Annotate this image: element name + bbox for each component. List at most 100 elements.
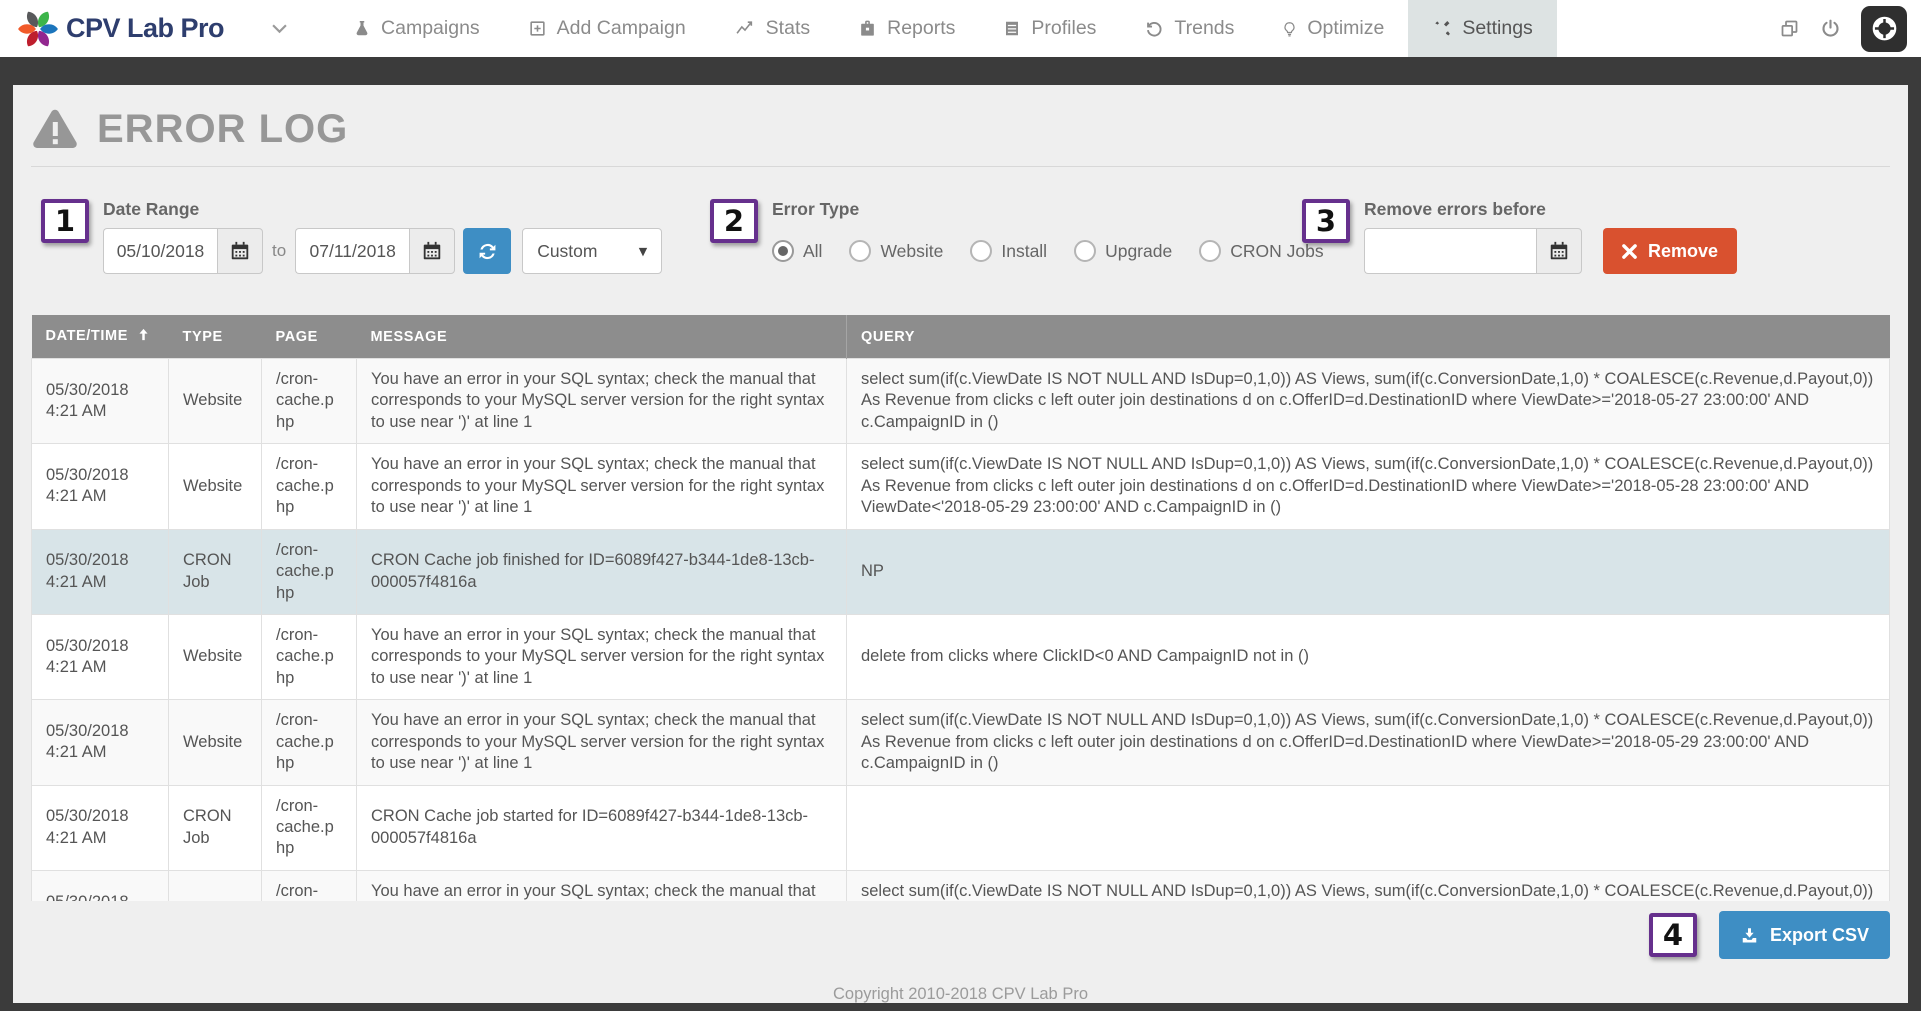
cell-query (847, 785, 1890, 870)
radio-label: Install (1001, 241, 1047, 262)
nav-item-label: Trends (1174, 17, 1234, 40)
radio-circle-icon (772, 240, 794, 262)
radio-circle-icon (849, 240, 871, 262)
power-icon[interactable] (1820, 18, 1841, 39)
add-campaign-icon (528, 19, 547, 38)
nav-item-label: Optimize (1307, 17, 1384, 40)
date-from-input[interactable] (103, 228, 217, 274)
nav-item-settings[interactable]: Settings (1408, 0, 1556, 57)
error-type-radio-upgrade[interactable]: Upgrade (1074, 240, 1172, 262)
window-restore-icon[interactable] (1779, 18, 1800, 39)
cell-type: Website (169, 614, 262, 699)
cell-datetime: 05/30/2018 4:21 AM (32, 785, 169, 870)
nav-item-trends[interactable]: Trends (1120, 0, 1258, 57)
nav-right-controls (1779, 0, 1921, 57)
refresh-icon (477, 242, 498, 261)
radio-circle-icon (1199, 240, 1221, 262)
column-header-query[interactable]: QUERY (847, 315, 1890, 359)
export-row: 4 Export CSV (31, 911, 1890, 959)
nav-item-campaigns[interactable]: Campaigns (329, 0, 504, 57)
brand-menu-chevron[interactable] (272, 24, 287, 34)
remove-errors-group: 3 Remove errors before Remove (1302, 199, 1737, 274)
cell-message: You have an error in your SQL syntax; ch… (357, 870, 847, 901)
table-row: 05/30/2018 4:21 AMWebsite/cron-cache.php… (32, 614, 1890, 699)
cell-query: select sum(if(c.ViewDate IS NOT NULL AND… (847, 444, 1890, 529)
annotation-badge-1: 1 (41, 199, 89, 243)
cell-page: /cron-cache.php (262, 444, 357, 529)
remove-button-label: Remove (1648, 241, 1718, 262)
nav-item-label: Profiles (1031, 17, 1096, 40)
nav-item-stats[interactable]: Stats (710, 0, 834, 57)
cell-query: select sum(if(c.ViewDate IS NOT NULL AND… (847, 700, 1890, 785)
radio-circle-icon (1074, 240, 1096, 262)
remove-before-calendar-icon[interactable] (1536, 228, 1582, 274)
remove-button[interactable]: Remove (1603, 228, 1737, 274)
radio-label: Upgrade (1105, 241, 1172, 262)
page-title-row: ERROR LOG (13, 85, 1908, 166)
date-to-calendar-icon[interactable] (409, 228, 455, 274)
cell-message: You have an error in your SQL syntax; ch… (357, 614, 847, 699)
radio-label: All (803, 241, 822, 262)
error-type-group: 2 Error Type AllWebsiteInstallUpgradeCRO… (710, 199, 1351, 274)
life-ring-icon (1871, 15, 1898, 42)
cell-datetime: 05/30/2018 4:21 AM (32, 359, 169, 444)
cell-page: /cron-cache.php (262, 870, 357, 901)
error-type-radio-install[interactable]: Install (970, 240, 1047, 262)
table-row: 05/30/2018 4:21 AMCRON Job/cron-cache.ph… (32, 529, 1890, 614)
cell-type: CRON Job (169, 529, 262, 614)
cell-message: You have an error in your SQL syntax; ch… (357, 359, 847, 444)
table-row: 05/30/2018 4:21 AMWebsite/cron-cache.php… (32, 870, 1890, 901)
cell-query: select sum(if(c.ViewDate IS NOT NULL AND… (847, 870, 1890, 901)
annotation-badge-3: 3 (1302, 199, 1350, 243)
date-to-input[interactable] (295, 228, 409, 274)
nav-item-optimize[interactable]: Optimize (1258, 0, 1408, 57)
cell-type: Website (169, 444, 262, 529)
error-table-header-row: DATE/TIME TYPE PAGE MESSAGE QUERY (32, 315, 1890, 359)
cell-page: /cron-cache.php (262, 359, 357, 444)
trends-icon (1144, 19, 1164, 38)
date-from-calendar-icon[interactable] (217, 228, 263, 274)
nav-item-add-campaign[interactable]: Add Campaign (504, 0, 710, 57)
support-button[interactable] (1861, 6, 1907, 52)
cell-datetime: 05/30/2018 4:21 AM (32, 870, 169, 901)
export-csv-button[interactable]: Export CSV (1719, 911, 1890, 959)
column-header-label: TYPE (183, 329, 223, 345)
table-row: 05/30/2018 4:21 AMWebsite/cron-cache.php… (32, 700, 1890, 785)
refresh-button[interactable] (463, 228, 511, 274)
date-range-to-label: to (272, 241, 286, 261)
sort-up-icon (136, 327, 151, 346)
radio-label: Website (880, 241, 943, 262)
cell-page: /cron-cache.php (262, 785, 357, 870)
table-row: 05/30/2018 4:21 AMWebsite/cron-cache.php… (32, 359, 1890, 444)
error-log-table: DATE/TIME TYPE PAGE MESSAGE QUERY 05/30/2018… (31, 315, 1890, 901)
cell-type: Website (169, 870, 262, 901)
column-header-page[interactable]: PAGE (262, 315, 357, 359)
column-header-date-time[interactable]: DATE/TIME (32, 315, 169, 359)
table-row: 05/30/2018 4:21 AMWebsite/cron-cache.php… (32, 444, 1890, 529)
annotation-badge-2: 2 (710, 199, 758, 243)
copyright-text: Copyright 2010-2018 CPV Lab Pro (13, 985, 1908, 1003)
settings-icon (1432, 19, 1452, 38)
error-type-label: Error Type (772, 199, 1351, 220)
error-type-radio-website[interactable]: Website (849, 240, 943, 262)
cell-page: /cron-cache.php (262, 614, 357, 699)
x-icon (1622, 244, 1637, 259)
date-preset-select[interactable]: Custom ▼ (522, 228, 662, 274)
cpv-lab-pro-logo[interactable]: CPV Lab Pro (16, 0, 224, 57)
error-log-table-container: DATE/TIME TYPE PAGE MESSAGE QUERY 05/30/2018… (31, 315, 1890, 901)
remove-before-date-input[interactable] (1364, 228, 1536, 274)
stats-icon (734, 19, 756, 38)
nav-item-label: Add Campaign (557, 17, 686, 40)
nav-item-reports[interactable]: Reports (834, 0, 979, 57)
error-type-radio-all[interactable]: All (772, 240, 822, 262)
nav-item-label: Reports (887, 17, 955, 40)
nav-item-profiles[interactable]: Profiles (979, 0, 1120, 57)
date-preset-value: Custom (537, 241, 597, 262)
column-header-type[interactable]: TYPE (169, 315, 262, 359)
error-table-body: 05/30/2018 4:21 AMWebsite/cron-cache.php… (32, 359, 1890, 902)
cell-datetime: 05/30/2018 4:21 AM (32, 700, 169, 785)
cell-type: Website (169, 359, 262, 444)
page-title: ERROR LOG (97, 107, 348, 152)
column-header-message[interactable]: MESSAGE (357, 315, 847, 359)
column-header-label: MESSAGE (371, 329, 448, 345)
